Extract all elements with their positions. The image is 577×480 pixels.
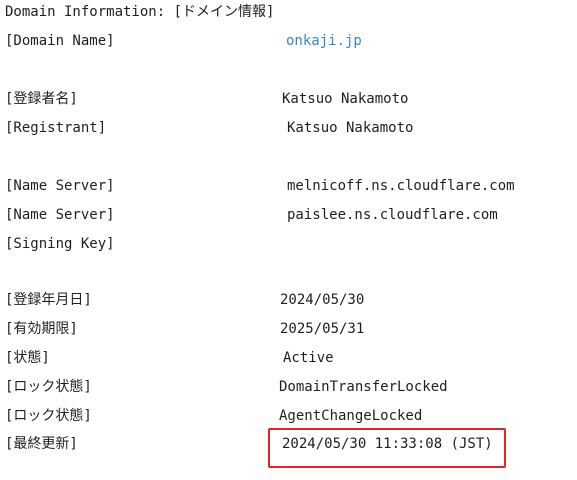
lock-status-value-2: AgentChangeLocked — [279, 408, 423, 424]
expiration-date-row: [有効期限] 2025/05/31 — [0, 320, 577, 338]
registered-date-row: [登録年月日] 2024/05/30 — [0, 291, 577, 309]
signing-key-row: [Signing Key] — [0, 235, 577, 253]
lock-status-value-1: DomainTransferLocked — [279, 379, 448, 395]
name-server-value-2: paislee.ns.cloudflare.com — [287, 207, 498, 223]
whois-page: Domain Information: [ドメイン情報] [Domain Nam… — [0, 0, 577, 480]
registrant-jp-label: [登録者名] — [5, 91, 78, 107]
lock-status-row-2: [ロック状態] AgentChangeLocked — [0, 407, 577, 425]
domain-name-link[interactable]: onkaji.jp — [286, 32, 362, 50]
registrant-jp-value: Katsuo Nakamoto — [282, 91, 409, 107]
signing-key-label: [Signing Key] — [5, 236, 115, 252]
name-server-label-1: [Name Server] — [5, 178, 115, 194]
expiration-date-label: [有効期限] — [5, 321, 78, 337]
page-title: Domain Information: [ドメイン情報] — [5, 4, 275, 20]
registrant-en-row: [Registrant] Katsuo Nakamoto — [0, 119, 577, 137]
lock-status-label-1: [ロック状態] — [5, 379, 92, 395]
registrant-en-label: [Registrant] — [5, 120, 107, 136]
registered-date-label: [登録年月日] — [5, 292, 92, 308]
status-value: Active — [283, 350, 334, 366]
lock-status-row-1: [ロック状態] DomainTransferLocked — [0, 378, 577, 396]
status-row: [状態] Active — [0, 349, 577, 367]
domain-name-row: [Domain Name] onkaji.jp — [0, 32, 577, 50]
registrant-en-value: Katsuo Nakamoto — [287, 120, 414, 136]
expiration-date-value: 2025/05/31 — [280, 321, 365, 337]
last-updated-label: [最終更新] — [5, 436, 78, 452]
name-server-value-1: melnicoff.ns.cloudflare.com — [287, 178, 515, 194]
name-server-label-2: [Name Server] — [5, 207, 115, 223]
name-server-row-2: [Name Server] paislee.ns.cloudflare.com — [0, 206, 577, 224]
highlight-box — [268, 428, 506, 468]
status-label: [状態] — [5, 350, 50, 366]
domain-name-label: [Domain Name] — [5, 33, 115, 49]
name-server-row-1: [Name Server] melnicoff.ns.cloudflare.co… — [0, 177, 577, 195]
registered-date-value: 2024/05/30 — [280, 292, 365, 308]
registrant-jp-row: [登録者名] Katsuo Nakamoto — [0, 90, 577, 108]
lock-status-label-2: [ロック状態] — [5, 408, 92, 424]
